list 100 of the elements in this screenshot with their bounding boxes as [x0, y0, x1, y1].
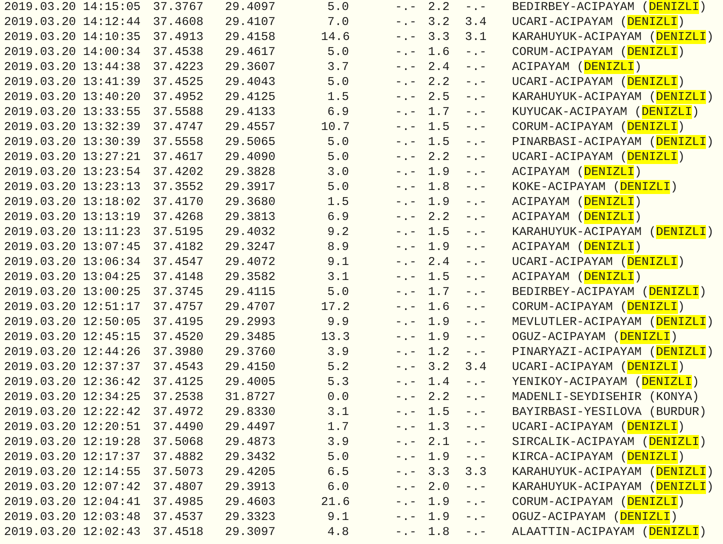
longitude-cell-text: 29.4072 — [225, 255, 276, 270]
time-cell-text: 12:34:25 — [83, 390, 142, 405]
magnitude-cell-text: -.- — [395, 150, 418, 165]
depth-cell-text: 6.5 — [326, 465, 349, 480]
magnitude-cell-text: -.- — [465, 255, 488, 270]
magnitude-cell-text: -.- — [395, 525, 418, 540]
longitude-cell-text: 29.3607 — [225, 60, 276, 75]
longitude-cell-text: 29.4873 — [225, 435, 276, 450]
location-cell: ACIPAYAM (DENIZLI) — [512, 60, 642, 75]
latitude-cell-text: 37.4547 — [153, 255, 204, 270]
depth-cell-text: 8.9 — [326, 240, 349, 255]
depth-cell-text: 1.7 — [326, 420, 349, 435]
latitude-cell-text: 37.4170 — [153, 195, 204, 210]
magnitude-cell-text: -.- — [395, 480, 418, 495]
magnitude-cell-text: 1.4 — [428, 375, 451, 390]
location-cell: OGUZ-ACIPAYAM (DENIZLI) — [512, 510, 678, 525]
longitude-cell-text: 29.4043 — [225, 75, 276, 90]
magnitude-cell-text: -.- — [395, 255, 418, 270]
longitude-cell-text: 29.3828 — [225, 165, 276, 180]
depth-cell: 14.6 — [321, 30, 349, 45]
magnitude-cell-text: -.- — [465, 270, 488, 285]
time-cell-text: 12:19:28 — [83, 435, 142, 450]
magnitude-cell-text: -.- — [395, 60, 418, 75]
latitude-cell-text: 37.5073 — [153, 465, 204, 480]
longitude-cell-text: 29.3813 — [225, 210, 276, 225]
magnitude-cell-text: -.- — [395, 345, 418, 360]
depth-cell-text: 3.1 — [326, 270, 349, 285]
magnitude-cell-text: 3.2 — [428, 15, 451, 30]
magnitude-cell-text: -.- — [465, 390, 488, 405]
time-cell-text: 12:36:42 — [83, 375, 142, 390]
latitude-cell-text: 37.4807 — [153, 480, 204, 495]
magnitude-cell-text: -.- — [465, 90, 488, 105]
date-cell-text: 2019.03.20 — [4, 450, 78, 465]
depth-cell: 13.3 — [321, 330, 349, 345]
magnitude-cell-text: -.- — [395, 240, 418, 255]
magnitude-cell-text: 1.9 — [428, 450, 451, 465]
depth-cell: 17.2 — [321, 300, 349, 315]
depth-cell-text: 3.7 — [326, 60, 349, 75]
time-cell-text: 14:00:34 — [83, 45, 142, 60]
magnitude-cell-text: 1.3 — [428, 420, 451, 435]
time-cell-text: 14:15:05 — [83, 0, 142, 15]
magnitude-cell-text: 3.3 — [428, 465, 451, 480]
magnitude-cell-text: 1.9 — [428, 330, 451, 345]
date-cell-text: 2019.03.20 — [4, 90, 78, 105]
depth-cell-text: 3.9 — [326, 435, 349, 450]
depth-cell-text: 3.9 — [326, 345, 349, 360]
latitude-cell-text: 37.4490 — [153, 420, 204, 435]
magnitude-cell-text: -.- — [395, 510, 418, 525]
magnitude-cell-text: 1.2 — [428, 345, 451, 360]
magnitude-cell-text: -.- — [395, 285, 418, 300]
date-cell-text: 2019.03.20 — [4, 225, 78, 240]
date-cell-text: 2019.03.20 — [4, 330, 78, 345]
magnitude-cell-text: 2.2 — [428, 390, 451, 405]
time-cell-text: 12:44:26 — [83, 345, 142, 360]
magnitude-cell-text: -.- — [465, 60, 488, 75]
magnitude-cell-text: -.- — [465, 300, 488, 315]
date-cell-text: 2019.03.20 — [4, 75, 78, 90]
magnitude-cell-text: -.- — [465, 420, 488, 435]
longitude-cell-text: 29.4617 — [225, 45, 276, 60]
magnitude-cell-text: -.- — [395, 360, 418, 375]
date-cell-text: 2019.03.20 — [4, 480, 78, 495]
magnitude-cell-text: 1.8 — [428, 525, 451, 540]
depth-cell-text: 5.0 — [326, 45, 349, 60]
location-cell: BEDIRBEY-ACIPAYAM (DENIZLI) — [512, 0, 706, 15]
magnitude-cell-text: -.- — [395, 75, 418, 90]
magnitude-cell-text: 2.5 — [428, 90, 451, 105]
magnitude-cell-text: -.- — [395, 210, 418, 225]
location-cell: UCARI-ACIPAYAM (DENIZLI) — [512, 75, 685, 90]
location-cell: PINARYAZI-ACIPAYAM (DENIZLI) — [512, 345, 714, 360]
date-cell-text: 2019.03.20 — [4, 15, 78, 30]
depth-cell-text: 5.0 — [326, 0, 349, 15]
location-cell: ACIPAYAM (DENIZLI) — [512, 270, 642, 285]
latitude-cell-text: 37.4972 — [153, 405, 204, 420]
location-cell: UCARI-ACIPAYAM (DENIZLI) — [512, 255, 685, 270]
time-cell-text: 12:37:37 — [83, 360, 142, 375]
magnitude-cell-text: -.- — [465, 450, 488, 465]
magnitude-cell-text: -.- — [395, 195, 418, 210]
latitude-cell-text: 37.4223 — [153, 60, 204, 75]
date-cell-text: 2019.03.20 — [4, 255, 78, 270]
date-cell-text: 2019.03.20 — [4, 405, 78, 420]
magnitude-cell-text: 3.2 — [428, 360, 451, 375]
location-cell: ACIPAYAM (DENIZLI) — [512, 165, 642, 180]
magnitude-cell-text: -.- — [465, 210, 488, 225]
magnitude-cell-text: 2.2 — [428, 75, 451, 90]
location-cell: KARAHUYUK-ACIPAYAM (DENIZLI) — [512, 90, 714, 105]
magnitude-cell-text: -.- — [465, 165, 488, 180]
latitude-cell-text: 37.4195 — [153, 315, 204, 330]
location-cell: CORUM-ACIPAYAM (DENIZLI) — [512, 300, 685, 315]
location-cell: ACIPAYAM (DENIZLI) — [512, 210, 642, 225]
time-cell-text: 12:02:43 — [83, 525, 142, 540]
magnitude-cell-text: 3.4 — [465, 360, 488, 375]
latitude-cell-text: 37.3745 — [153, 285, 204, 300]
latitude-cell-text: 37.5588 — [153, 105, 204, 120]
location-cell: CORUM-ACIPAYAM (DENIZLI) — [512, 120, 685, 135]
latitude-cell-text: 37.4882 — [153, 450, 204, 465]
depth-cell-text: 5.3 — [326, 375, 349, 390]
location-cell: CORUM-ACIPAYAM (DENIZLI) — [512, 495, 685, 510]
time-cell-text: 12:03:48 — [83, 510, 142, 525]
latitude-cell-text: 37.4520 — [153, 330, 204, 345]
location-cell: UCARI-ACIPAYAM (DENIZLI) — [512, 15, 685, 30]
